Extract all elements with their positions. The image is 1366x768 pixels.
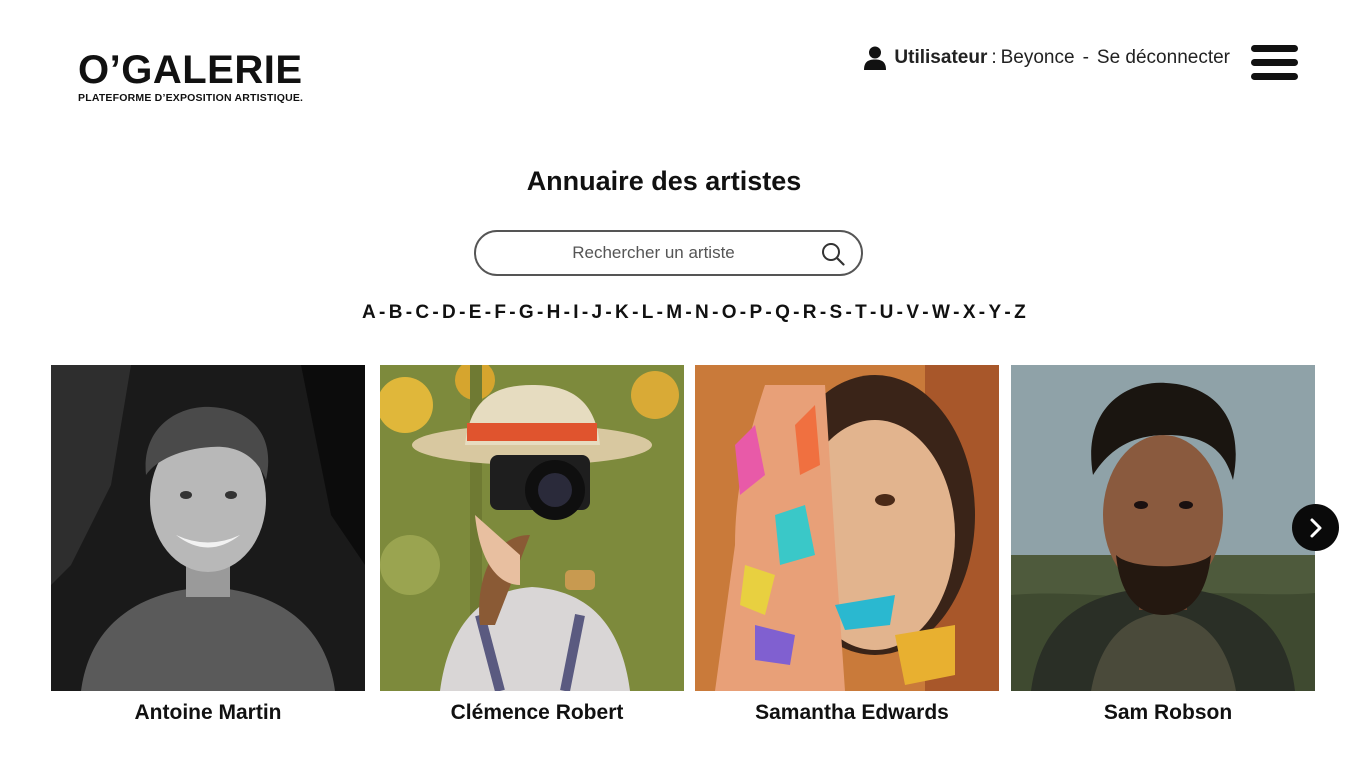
user-dash: - bbox=[1082, 47, 1089, 68]
alphabet-separator: - bbox=[459, 302, 466, 323]
alphabet-letter-u[interactable]: U bbox=[880, 302, 894, 323]
alphabet-letter-o[interactable]: O bbox=[722, 302, 737, 323]
search-input[interactable] bbox=[476, 232, 861, 274]
user-label: Utilisateur bbox=[894, 47, 988, 68]
alphabet-letter-a[interactable]: A bbox=[362, 302, 376, 323]
alphabet-letter-f[interactable]: F bbox=[494, 302, 506, 323]
artist-name[interactable]: Clémence Robert bbox=[380, 701, 694, 725]
alphabet-letter-w[interactable]: W bbox=[932, 302, 950, 323]
logout-link[interactable]: Se déconnecter bbox=[1097, 47, 1230, 69]
alphabet-separator: - bbox=[765, 302, 773, 323]
alphabet-separator: - bbox=[656, 302, 664, 323]
alphabet-separator: - bbox=[922, 302, 929, 323]
alphabet-separator: - bbox=[819, 302, 827, 323]
alphabet-separator: - bbox=[581, 302, 589, 323]
artist-photo[interactable] bbox=[380, 365, 694, 691]
alphabet-separator: - bbox=[379, 302, 386, 323]
user-separator: : bbox=[991, 47, 997, 68]
alphabet-separator: - bbox=[896, 302, 904, 323]
alphabet-letter-d[interactable]: D bbox=[442, 302, 456, 323]
logo-title: O’GALERIE bbox=[78, 48, 303, 92]
alphabet-separator: - bbox=[793, 302, 800, 323]
alphabet-separator: - bbox=[536, 302, 544, 323]
artist-photo[interactable] bbox=[1011, 365, 1325, 691]
search-bar bbox=[474, 230, 863, 276]
alphabet-separator: - bbox=[739, 302, 747, 323]
alphabet-letter-n[interactable]: N bbox=[695, 302, 709, 323]
alphabet-letter-y[interactable]: Y bbox=[988, 302, 1001, 323]
alphabet-letter-t[interactable]: T bbox=[855, 302, 867, 323]
alphabet-separator: - bbox=[685, 302, 693, 323]
chevron-right-icon bbox=[1310, 518, 1321, 537]
logo[interactable]: O’GALERIE PLATEFORME D’EXPOSITION ARTIST… bbox=[78, 50, 303, 104]
alphabet-separator: - bbox=[509, 302, 516, 323]
alphabet-letter-p[interactable]: P bbox=[749, 302, 762, 323]
alphabet-filter: A-B-C-D-E-F-G-H-I-J-K-L-M-N-O-P-Q-R-S-T-… bbox=[0, 302, 1366, 324]
alphabet-letter-h[interactable]: H bbox=[547, 302, 561, 323]
alphabet-separator: - bbox=[432, 302, 440, 323]
alphabet-letter-v[interactable]: V bbox=[906, 302, 919, 323]
alphabet-letter-x[interactable]: X bbox=[963, 302, 976, 323]
artist-card[interactable]: Antoine Martin bbox=[51, 365, 365, 725]
alphabet-letter-l[interactable]: L bbox=[642, 302, 654, 323]
page-title: Annuaire des artistes bbox=[526, 166, 802, 196]
alphabet-separator: - bbox=[953, 302, 960, 323]
alphabet-separator: - bbox=[978, 302, 986, 323]
alphabet-letter-z[interactable]: Z bbox=[1014, 302, 1026, 323]
alphabet-letter-j[interactable]: J bbox=[592, 302, 603, 323]
alphabet-letter-c[interactable]: C bbox=[415, 302, 429, 323]
artist-card[interactable]: Clémence Robert bbox=[380, 365, 694, 725]
alphabet-letter-e[interactable]: E bbox=[469, 302, 482, 323]
alphabet-letter-g[interactable]: G bbox=[519, 302, 534, 323]
alphabet-letter-i[interactable]: I bbox=[573, 302, 579, 323]
alphabet-separator: - bbox=[845, 302, 853, 323]
carousel-next-button[interactable] bbox=[1292, 504, 1339, 551]
hamburger-menu-icon[interactable] bbox=[1251, 45, 1299, 81]
user-bar: Utilisateur : Beyonce - Se déconnecter bbox=[864, 44, 1230, 72]
artist-name[interactable]: Samantha Edwards bbox=[695, 701, 1009, 725]
alphabet-separator: - bbox=[712, 302, 719, 323]
alphabet-separator: - bbox=[632, 302, 639, 323]
alphabet-separator: - bbox=[563, 302, 571, 323]
alphabet-letter-r[interactable]: R bbox=[803, 302, 817, 323]
alphabet-separator: - bbox=[1004, 302, 1012, 323]
alphabet-separator: - bbox=[870, 302, 877, 323]
artist-card[interactable]: Samantha Edwards bbox=[695, 365, 1009, 725]
alphabet-separator: - bbox=[484, 302, 492, 323]
alphabet-separator: - bbox=[605, 302, 613, 323]
artist-name[interactable]: Antoine Martin bbox=[51, 701, 365, 725]
alphabet-letter-s[interactable]: S bbox=[829, 302, 842, 323]
alphabet-separator: - bbox=[405, 302, 413, 323]
logo-subtitle: PLATEFORME D’EXPOSITION ARTISTIQUE. bbox=[78, 92, 304, 104]
alphabet-letter-q[interactable]: Q bbox=[775, 302, 790, 323]
artist-photo[interactable] bbox=[695, 365, 1009, 691]
alphabet-letter-m[interactable]: M bbox=[666, 302, 682, 323]
artist-photo[interactable] bbox=[51, 365, 365, 691]
search-icon[interactable] bbox=[821, 242, 845, 266]
alphabet-letter-b[interactable]: B bbox=[389, 302, 403, 323]
artist-card[interactable]: Sam Robson bbox=[1011, 365, 1325, 725]
artist-name[interactable]: Sam Robson bbox=[1011, 701, 1325, 725]
user-name: Beyonce bbox=[1000, 47, 1075, 68]
alphabet-letter-k[interactable]: K bbox=[615, 302, 629, 323]
user-icon bbox=[864, 46, 887, 70]
